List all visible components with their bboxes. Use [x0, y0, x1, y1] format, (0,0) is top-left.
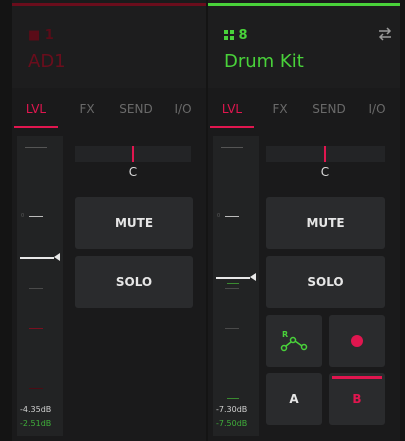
level-meter-peak — [227, 283, 239, 284]
meter-tick — [25, 147, 47, 148]
tab-send[interactable]: SEND — [307, 98, 351, 128]
track-8-tabs: LVL FX SEND I/O — [208, 98, 400, 128]
record-dot-icon — [351, 335, 363, 347]
tab-send[interactable]: SEND — [114, 98, 158, 128]
mute-button[interactable]: MUTE — [266, 197, 385, 249]
db-readout: -4.35dB — [20, 405, 52, 414]
track-8-number-text: 8 — [238, 28, 248, 43]
pan-value: C — [320, 165, 330, 179]
active-tab-indicator — [210, 126, 254, 128]
svg-text:R: R — [282, 330, 288, 339]
track-1-header[interactable]: ■ 1 AD1 — [12, 6, 206, 88]
db-readout-secondary: -2.51dB — [20, 419, 52, 428]
b-assign-label: B — [352, 392, 362, 406]
tab-io[interactable]: I/O — [362, 98, 392, 128]
pan-position-marker — [132, 146, 134, 162]
track-8-fader[interactable]: 0 -7.30dB -7.50dB — [213, 136, 259, 436]
pan-slider[interactable] — [75, 146, 191, 162]
automation-read-icon: R — [280, 330, 308, 352]
db-readout: -7.30dB — [216, 405, 248, 414]
track-8-header[interactable]: 8 Drum Kit — [208, 6, 400, 88]
meter-tick-label: 0 — [21, 213, 25, 219]
mute-button[interactable]: MUTE — [75, 197, 193, 249]
track-1-name: AD1 — [28, 51, 66, 72]
tab-fx[interactable]: FX — [265, 98, 295, 128]
tab-lvl[interactable]: LVL — [14, 98, 58, 128]
active-tab-indicator — [14, 126, 58, 128]
tab-io[interactable]: I/O — [168, 98, 198, 128]
meter-tick — [29, 288, 43, 289]
tab-lvl[interactable]: LVL — [210, 98, 254, 128]
fader-handle[interactable] — [20, 257, 54, 259]
meter-tick — [225, 216, 239, 217]
track-strip-8: 8 Drum Kit LVL FX SEND I/O 0 -7.30dB -7.… — [208, 0, 400, 441]
track-strip-1: ■ 1 AD1 LVL FX SEND I/O 0 -4.35dB -2.51d… — [12, 0, 206, 441]
a-assign-button[interactable]: A — [266, 373, 322, 425]
b-active-indicator — [332, 376, 382, 379]
fader-handle-arrow-icon — [250, 273, 256, 281]
meter-tick — [29, 216, 43, 217]
track-1-number: ■ 1 — [28, 28, 54, 43]
solo-button[interactable]: SOLO — [266, 256, 385, 308]
tab-fx[interactable]: FX — [72, 98, 102, 128]
meter-tick — [29, 328, 43, 329]
meter-tick — [29, 388, 43, 389]
db-readout-secondary: -7.50dB — [216, 419, 248, 428]
track-1-fader[interactable]: 0 -4.35dB -2.51dB — [17, 136, 63, 436]
pan-value: C — [128, 165, 138, 179]
fader-handle[interactable] — [216, 277, 250, 279]
meter-tick — [221, 147, 243, 148]
automation-button[interactable]: R — [266, 315, 322, 367]
grid-icon — [224, 30, 234, 40]
pan-position-marker — [324, 146, 326, 162]
track-8-name: Drum Kit — [224, 51, 304, 72]
level-meter-bar — [227, 398, 239, 399]
b-assign-button[interactable]: B — [329, 373, 385, 425]
track-8-number: 8 — [224, 28, 248, 43]
fader-handle-arrow-icon — [54, 253, 60, 261]
track-1-tabs: LVL FX SEND I/O — [12, 98, 206, 128]
meter-tick — [225, 328, 239, 329]
record-arm-button[interactable] — [329, 315, 385, 367]
meter-tick — [225, 288, 239, 289]
meter-tick-label: 0 — [217, 213, 221, 219]
pan-slider[interactable] — [266, 146, 385, 162]
solo-button[interactable]: SOLO — [75, 256, 193, 308]
swap-arrows-icon[interactable] — [377, 27, 393, 41]
